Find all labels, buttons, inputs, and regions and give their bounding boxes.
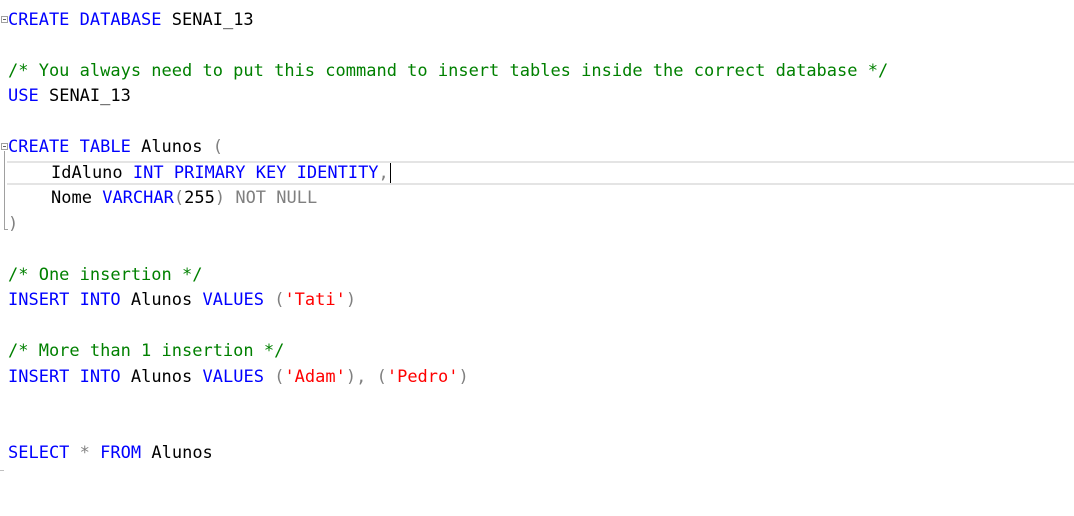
identifier: SENAI_13 [48,86,131,106]
code-line-3: /* You always need to put this command t… [0,59,888,84]
keyword: INSERT INTO [8,367,121,387]
code-line-6: CREATE TABLE Alunos ( [0,135,223,160]
code-line-18: SELECT * FROM Alunos [0,441,213,466]
keyword: VALUES [202,367,264,387]
identifier: Alunos [141,137,203,157]
code-line-14: /* More than 1 insertion */ [0,339,284,364]
comment: /* One insertion */ [8,265,203,285]
identifier: Alunos [130,367,193,387]
paren: ( [274,367,285,387]
code-line-7: IdAluno INT PRIMARY KEY IDENTITY, [0,161,391,186]
keyword-not-null: NOT NULL [235,188,318,208]
keyword: VARCHAR [102,188,174,208]
number: 255 [184,188,215,208]
identifier: Alunos [151,443,213,463]
keyword: FROM [100,443,142,463]
code-line-15: INSERT INTO Alunos VALUES ('Adam'), ('Pe… [0,365,469,390]
string-literal: 'Adam' [284,367,346,387]
string-literal: 'Pedro' [386,367,459,387]
column-name: IdAluno [51,163,123,183]
identifier: SENAI_13 [171,10,254,30]
paren: ( [376,367,387,387]
code-line-9: ) [0,212,41,237]
operator: * [79,443,90,463]
keyword: INT PRIMARY KEY IDENTITY [132,163,379,183]
code-line-4: USE SENAI_13 [0,84,131,109]
comma: , [378,163,389,183]
comment: /* More than 1 insertion */ [8,341,285,361]
keyword: CREATE TABLE [8,137,131,157]
keyword: USE [8,86,39,106]
paren: ( [212,137,223,157]
paren: ), [345,367,367,387]
keyword: VALUES [202,290,264,310]
sql-query-editor[interactable]: CREATE DATABASE SENAI_13 /* You always n… [0,0,1074,483]
keyword: INSERT INTO [8,290,121,310]
identifier: Alunos [130,290,193,310]
column-name: Nome [51,188,92,208]
keyword: CREATE DATABASE [8,10,162,30]
paren: ) [458,367,469,387]
string-literal: 'Tati' [284,290,346,310]
code-line-1: CREATE DATABASE SENAI_13 [0,8,254,33]
code-line-12: INSERT INTO Alunos VALUES ('Tati') [0,288,356,313]
paren: ) [345,290,357,310]
comment: /* You always need to put this command t… [8,61,889,81]
text-caret [389,163,391,183]
code-line-11: /* One insertion */ [0,263,202,288]
paren: ) [8,214,19,234]
paren: ) [214,188,226,208]
paren: ( [274,290,285,310]
paren: ( [173,188,185,208]
code-line-8: Nome VARCHAR(255) NOT NULL [0,186,317,211]
keyword: SELECT [8,443,70,463]
